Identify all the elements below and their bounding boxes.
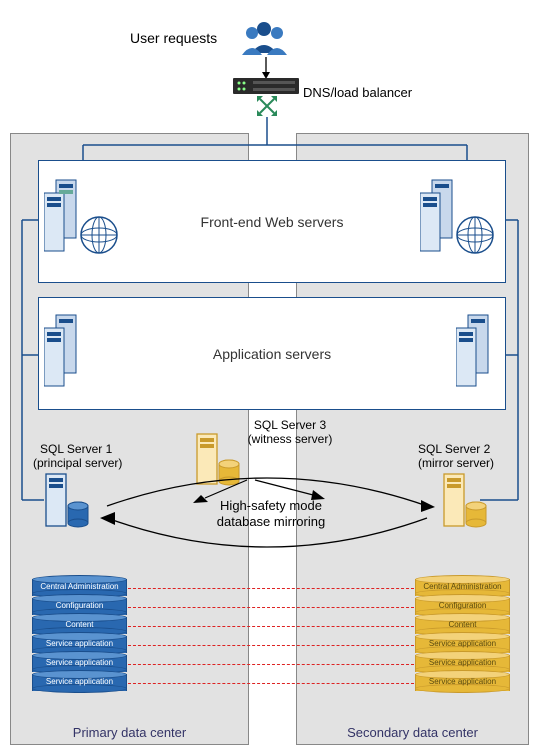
sql3-name: SQL Server 3 bbox=[235, 418, 345, 432]
sql1-server-icon bbox=[44, 472, 94, 534]
app-server-right bbox=[456, 310, 496, 390]
db-layer-label: Central Administration bbox=[32, 582, 127, 591]
db-layer-label: Configuration bbox=[32, 601, 127, 610]
db-sync-line bbox=[128, 626, 414, 627]
app-tier-box: Application servers bbox=[38, 297, 506, 410]
sql2-server-icon bbox=[442, 472, 492, 534]
db-layer-label: Service application bbox=[415, 677, 510, 686]
app-server-left bbox=[44, 310, 84, 390]
db-layer-label: Central Administration bbox=[415, 582, 510, 591]
db-sync-line bbox=[128, 664, 414, 665]
db-sync-line bbox=[128, 588, 414, 589]
db-layer-label: Configuration bbox=[415, 601, 510, 610]
web-server-right bbox=[420, 175, 498, 265]
db-layer: Service application bbox=[415, 670, 510, 692]
app-tier-label: Application servers bbox=[39, 346, 505, 362]
db-layer-label: Content bbox=[415, 620, 510, 629]
db-layer-label: Service application bbox=[415, 658, 510, 667]
mirroring-label-2: database mirroring bbox=[186, 514, 356, 529]
db-sync-line bbox=[128, 645, 414, 646]
sql3-role: (witness server) bbox=[235, 432, 345, 446]
db-sync-line bbox=[128, 683, 414, 684]
db-layer-label: Service application bbox=[32, 658, 127, 667]
db-layer-label: Service application bbox=[32, 639, 127, 648]
db-layer-label: Content bbox=[32, 620, 127, 629]
web-server-left bbox=[44, 175, 122, 265]
db-sync-line bbox=[128, 607, 414, 608]
mirroring-label-1: High-safety mode bbox=[186, 498, 356, 513]
db-layer-label: Service application bbox=[415, 639, 510, 648]
db-stack-secondary: Central Administration Configuration Conte… bbox=[415, 575, 510, 689]
db-layer: Service application bbox=[32, 670, 127, 692]
db-layer-label: Service application bbox=[32, 677, 127, 686]
db-stack-primary: Central Administration Configuration Conte… bbox=[32, 575, 127, 689]
sql2-name: SQL Server 2 bbox=[418, 442, 490, 456]
sql1-name: SQL Server 1 bbox=[40, 442, 112, 456]
